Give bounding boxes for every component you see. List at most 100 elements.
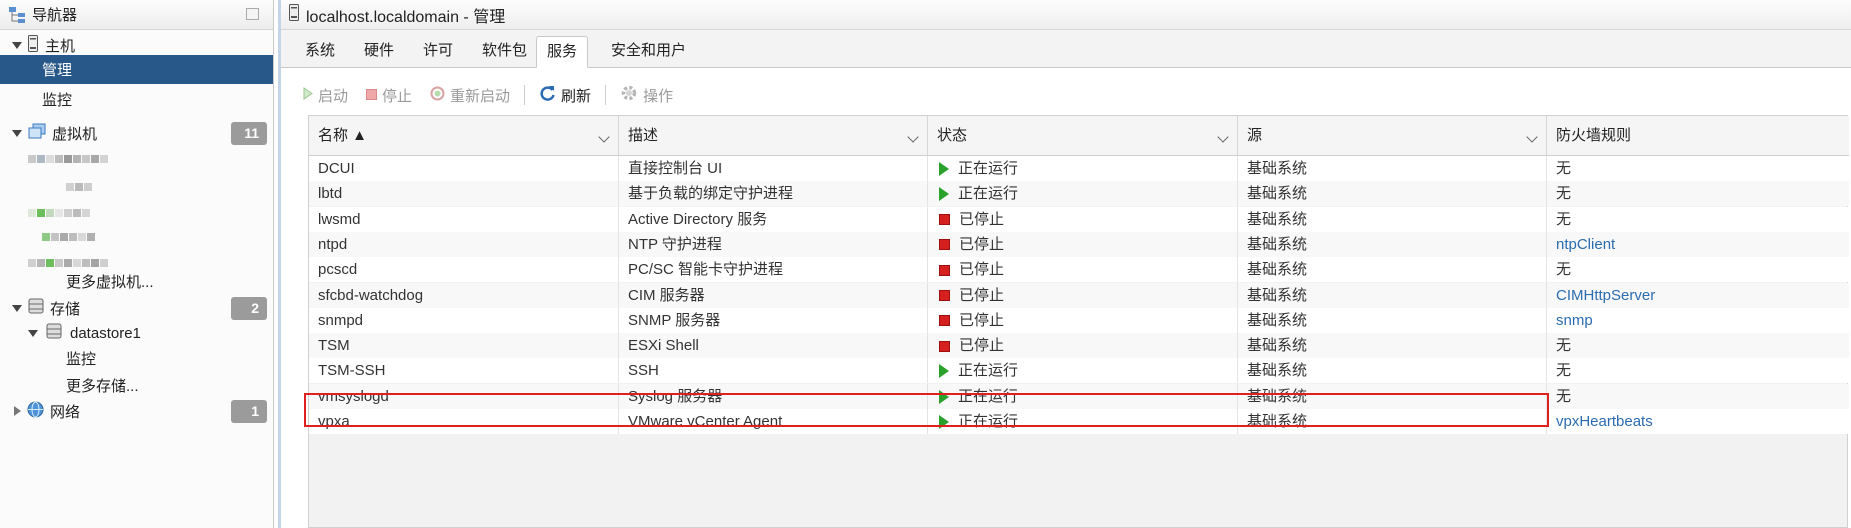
cell-text: 无 [1556, 210, 1572, 228]
cell-desc: VMware vCenter Agent [619, 409, 928, 434]
redacted-vm-name[interactable] [42, 228, 112, 242]
cell-text: 基础系统 [1247, 311, 1308, 329]
navigator-header: 导航器 [0, 0, 273, 30]
collapsed-arrow-icon[interactable] [14, 406, 21, 416]
actions-button[interactable]: 操作 [620, 84, 673, 106]
table-row[interactable]: pcscd PC/SC 智能卡守护进程 已停止 基础系统 无 [309, 257, 1851, 283]
column-title: 状态 [937, 127, 968, 144]
expand-arrow-icon[interactable] [12, 304, 22, 312]
table-row[interactable]: snmpd SNMP 服务器 已停止 基础系统 snmp [309, 307, 1851, 333]
column-header-status[interactable]: 状态 [928, 116, 1238, 155]
tab-system[interactable]: 系统 [295, 36, 345, 68]
cell-text: 基于负载的绑定守护进程 [628, 185, 794, 203]
tree-item-vms[interactable]: 虚拟机 11 [0, 118, 273, 148]
cell-name: vmsyslogd [309, 383, 619, 409]
table-row[interactable]: DCUI 直接控制台 UI 正在运行 基础系统 无 [309, 156, 1849, 181]
stopped-status-icon [939, 264, 950, 276]
cell-fw[interactable]: vpxHeartbeats [1547, 409, 1851, 434]
refresh-button[interactable]: 刷新 [539, 85, 591, 106]
table-row[interactable]: TSM-SSH SSH 正在运行 基础系统 无 [309, 358, 1849, 384]
cell-desc: PC/SC 智能卡守护进程 [619, 257, 928, 283]
cell-text: 已停止 [959, 235, 1005, 253]
cell-fw[interactable]: snmp [1547, 308, 1851, 333]
tree-label-network: 网络 [50, 403, 81, 421]
cell-text: 基础系统 [1247, 210, 1308, 228]
expand-arrow-icon[interactable] [12, 129, 22, 137]
cell-fw: 无 [1547, 257, 1851, 282]
cell-desc: CIM 服务器 [619, 282, 928, 308]
cell-desc: SSH [619, 358, 928, 384]
tree-item-datastore-monitor[interactable]: 监控 [0, 343, 273, 373]
cell-desc: ESXi Shell [619, 333, 928, 359]
cell-text: ntpClient [1556, 235, 1616, 253]
cell-text: PC/SC 智能卡守护进程 [628, 261, 784, 279]
cell-desc: Syslog 服务器 [619, 383, 928, 409]
tree-item-manage[interactable]: 管理 [0, 55, 273, 84]
table-row[interactable]: lwsmd Active Directory 服务 已停止 基础系统 无 [309, 206, 1849, 232]
table-row[interactable]: ntpd NTP 守护进程 已停止 基础系统 ntpClient [309, 231, 1851, 257]
expand-arrow-icon[interactable] [12, 41, 22, 49]
start-label: 启动 [318, 87, 349, 105]
cell-fw: 无 [1547, 181, 1851, 206]
collapse-navigator-button[interactable] [246, 8, 259, 20]
chevron-down-icon[interactable] [1217, 131, 1229, 143]
restart-button[interactable]: 重新启动 [430, 85, 510, 106]
tab-services[interactable]: 服务 [536, 36, 589, 68]
cell-text: 已停止 [959, 337, 1005, 355]
more-vms-link[interactable]: 更多虚拟机... [0, 266, 273, 296]
cell-text: 正在运行 [958, 185, 1019, 203]
table-row[interactable]: TSM ESXi Shell 已停止 基础系统 无 [309, 333, 1849, 359]
cell-fw: 无 [1547, 156, 1851, 181]
table-row[interactable]: vmsyslogd Syslog 服务器 正在运行 基础系统 无 [309, 383, 1849, 409]
refresh-label: 刷新 [561, 87, 592, 105]
stopped-status-icon [939, 239, 950, 251]
column-header-source[interactable]: 源 [1238, 116, 1547, 155]
tab-hardware[interactable]: 硬件 [354, 36, 404, 68]
chevron-down-icon[interactable] [598, 131, 610, 143]
restart-icon [430, 86, 445, 105]
tree-item-monitor[interactable]: 监控 [0, 84, 273, 114]
cell-name: snmpd [309, 307, 619, 333]
start-button[interactable]: 启动 [303, 85, 348, 106]
column-header-firewall[interactable]: 防火墙规则 [1547, 116, 1851, 155]
stopped-status-icon [939, 340, 950, 352]
cell-text: 无 [1556, 160, 1572, 177]
table-row[interactable]: sfcbd-watchdog CIM 服务器 已停止 基础系统 CIMHttpServe… [309, 282, 1851, 308]
redacted-vm-name[interactable] [66, 178, 96, 192]
chevron-down-icon[interactable] [907, 131, 919, 143]
datastore-icon [46, 323, 62, 343]
stop-button[interactable]: 停止 [366, 85, 412, 106]
stop-icon [366, 87, 378, 104]
cell-text: 基础系统 [1247, 337, 1308, 355]
refresh-icon [539, 85, 556, 106]
cell-name: TSM [309, 333, 619, 359]
tree-label-monitor: 监控 [42, 91, 73, 109]
redacted-vm-name[interactable] [28, 204, 108, 218]
redacted-vm-name[interactable] [28, 150, 118, 164]
cell-text: vpxa [318, 413, 350, 430]
stopped-status-icon [939, 315, 950, 327]
cell-status: 已停止 [928, 257, 1238, 283]
cell-fw[interactable]: CIMHttpServer [1547, 283, 1851, 308]
column-title: 描述 [628, 127, 659, 144]
cell-text: SSH [628, 362, 659, 380]
cell-name: lbtd [309, 181, 619, 207]
column-header-description[interactable]: 描述 [619, 116, 928, 155]
column-header-name[interactable]: 名称 ▲ [309, 116, 619, 155]
cell-fw[interactable]: ntpClient [1547, 232, 1851, 257]
cell-text: snmp [1556, 311, 1593, 329]
cell-text: vmsyslogd [318, 387, 389, 405]
cell-text: NTP 守护进程 [628, 235, 722, 253]
host-icon [289, 3, 299, 26]
expand-arrow-icon[interactable] [28, 329, 38, 337]
cell-text: 基础系统 [1247, 286, 1308, 304]
tree-item-network[interactable]: 网络 1 [0, 396, 273, 426]
tab-security-users[interactable]: 安全和用户 [601, 36, 696, 68]
chevron-down-icon[interactable] [1526, 131, 1538, 143]
table-row[interactable]: vpxa VMware vCenter Agent 正在运行 基础系统 vpxHeart… [309, 409, 1849, 434]
tab-packages[interactable]: 软件包 [472, 36, 537, 68]
cell-status: 已停止 [928, 231, 1238, 257]
cell-desc: SNMP 服务器 [619, 307, 928, 333]
table-row[interactable]: lbtd 基于负载的绑定守护进程 正在运行 基础系统 无 [309, 181, 1851, 207]
tab-license[interactable]: 许可 [413, 36, 463, 68]
